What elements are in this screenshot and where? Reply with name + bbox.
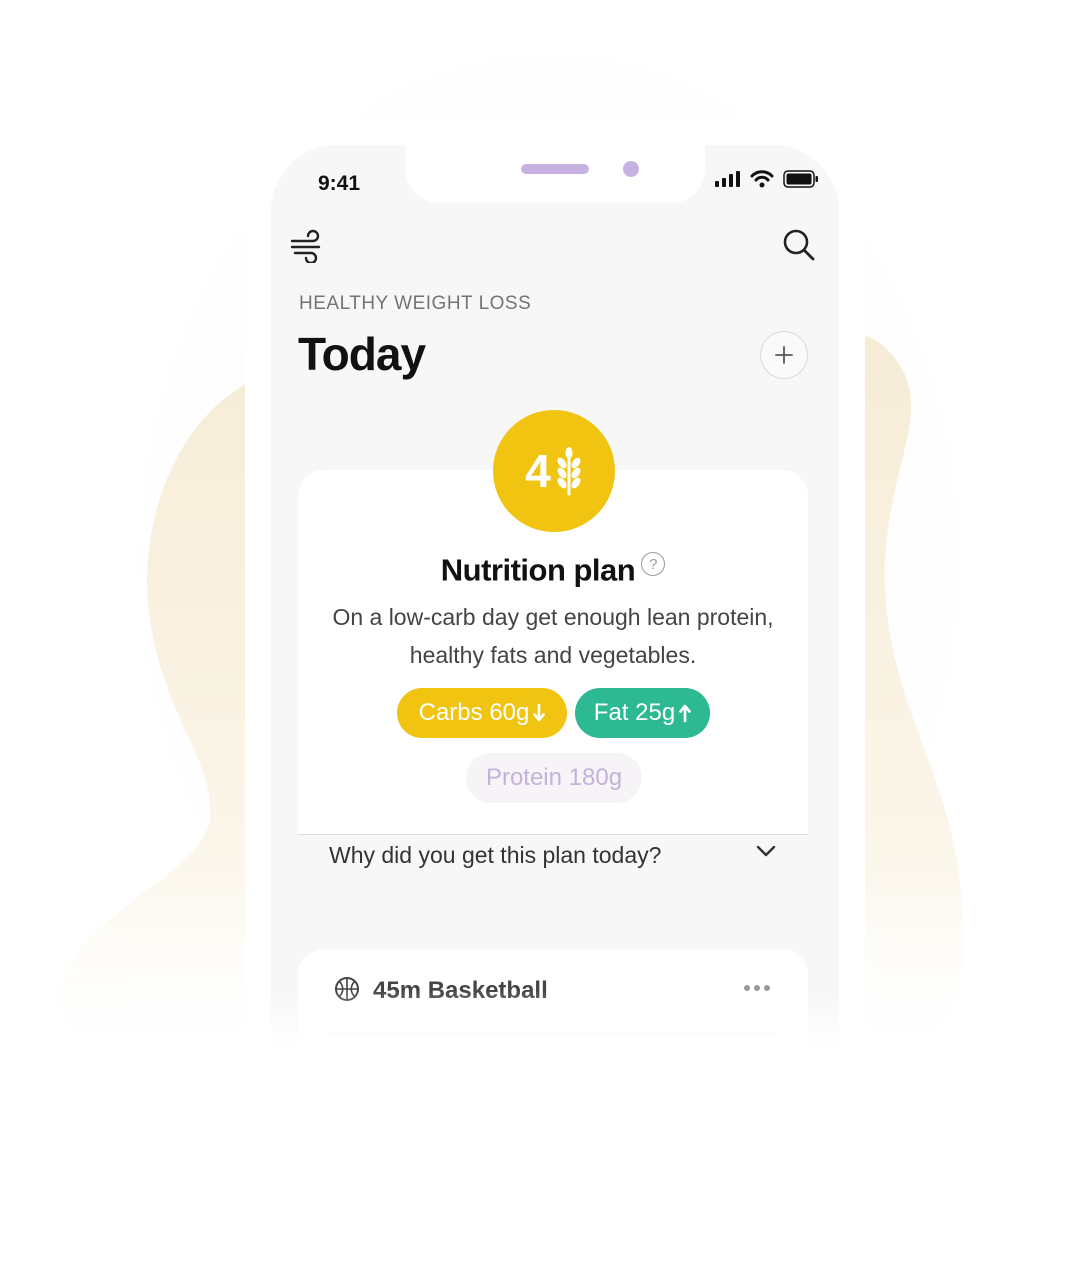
wind-icon xyxy=(290,229,321,263)
carbs-pill[interactable]: Carbs 60g xyxy=(397,688,567,738)
wifi-icon xyxy=(750,170,774,188)
arrow-down-icon xyxy=(533,703,546,722)
add-button[interactable] xyxy=(760,331,808,379)
nutrition-plan-title-row: Nutrition plan? xyxy=(298,552,808,588)
wheat-icon xyxy=(557,447,581,496)
page-eyebrow: HEALTHY WEIGHT LOSS xyxy=(299,293,532,314)
search-button[interactable] xyxy=(779,225,819,265)
speaker xyxy=(521,164,589,174)
device-notch xyxy=(405,145,705,203)
app-screen: 9:41 HEALTHY WEIGHT LOSS Today Nutrition… xyxy=(271,145,839,1117)
chevron-down-icon[interactable] xyxy=(755,844,777,863)
nutrition-score: 4 xyxy=(525,445,551,497)
phone-frame: 9:41 HEALTHY WEIGHT LOSS Today Nutrition… xyxy=(245,117,865,1117)
carbs-label: Carbs 60g xyxy=(418,699,530,726)
bottom-fade xyxy=(0,990,1080,1265)
arrow-up-icon xyxy=(679,704,691,723)
stage: 9:41 HEALTHY WEIGHT LOSS Today Nutrition… xyxy=(0,0,1080,1265)
why-plan-toggle[interactable]: Why did you get this plan today? xyxy=(329,842,661,869)
fat-label: Fat 25g xyxy=(593,699,676,726)
protein-pill[interactable]: Protein 180g xyxy=(466,753,642,803)
plus-icon xyxy=(775,346,793,364)
nutrition-score-badge: 4 xyxy=(493,410,615,532)
camera xyxy=(623,161,639,177)
page-title: Today xyxy=(298,328,426,380)
status-time: 9:41 xyxy=(318,172,361,195)
fat-pill[interactable]: Fat 25g xyxy=(575,688,710,738)
status-icons xyxy=(715,170,819,188)
menu-button[interactable] xyxy=(287,225,327,265)
nutrition-plan-description: On a low-carb day get enough lean protei… xyxy=(332,604,774,668)
question-icon[interactable]: ? xyxy=(641,552,666,576)
protein-label: Protein 180g xyxy=(485,764,623,791)
nutrition-plan-title: Nutrition plan xyxy=(440,552,636,588)
search-icon xyxy=(783,229,815,261)
battery-icon xyxy=(783,170,818,188)
signal-icon xyxy=(715,171,740,187)
